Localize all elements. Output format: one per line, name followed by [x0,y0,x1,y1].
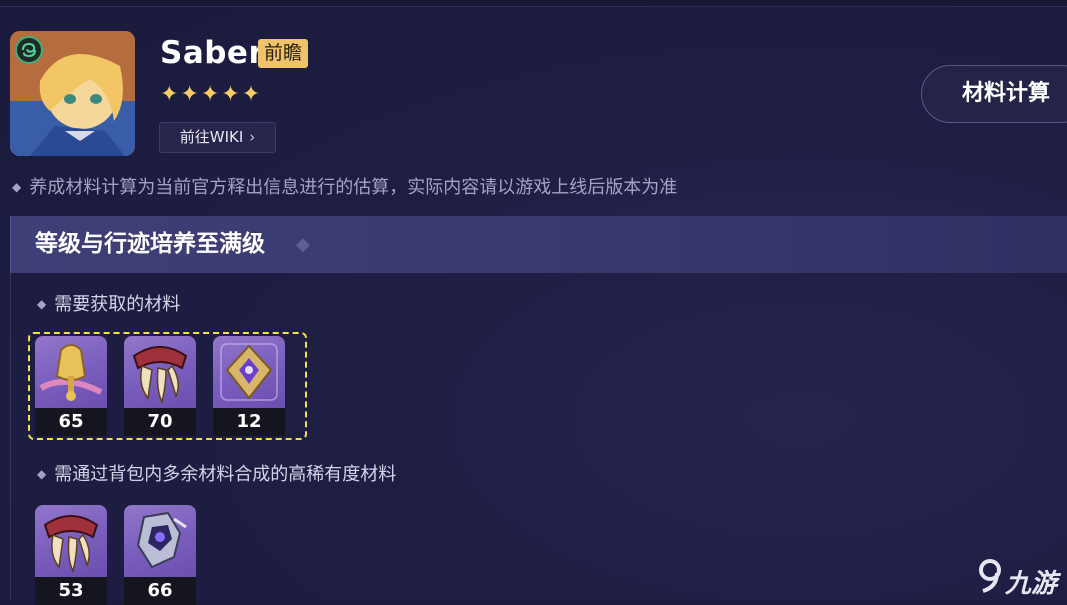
required-materials-label: ◆ 需要获取的材料 [37,292,180,317]
diamond-deco-icon: ◆ [296,234,310,255]
material-item[interactable]: 65 [35,336,107,436]
synth-materials-text: 需通过背包内多余材料合成的高稀有度材料 [54,464,397,485]
top-strip [0,0,1067,7]
diamond-bullet-icon: ◆ [12,180,22,194]
material-item[interactable]: 66 [124,505,196,605]
section-title: 等级与行迹培养至满级 [35,231,265,257]
crystal-relic-icon [213,336,285,408]
notice-line: ◆ 养成材料计算为当前官方释出信息进行的估算，实际内容请以游戏上线后版本为准 [12,175,677,200]
material-count: 12 [213,408,285,436]
rarity-stars: ✦✦✦✦✦ [160,82,263,107]
character-name: Saber [160,35,265,71]
material-item[interactable]: 53 [35,505,107,605]
preview-badge: 前瞻 [258,39,309,68]
wind-element-icon [15,36,43,64]
site-watermark: 九游 [975,555,1067,600]
nine-game-logo-icon [979,559,1001,593]
synth-materials-label: ◆ 需通过背包内多余材料合成的高稀有度材料 [37,462,396,487]
bell-relic-icon [35,336,107,408]
material-item[interactable]: 70 [124,336,196,436]
material-count: 65 [35,408,107,436]
material-count: 70 [124,408,196,436]
claw-relic-icon [35,505,107,577]
required-materials-text: 需要获取的材料 [54,294,181,315]
material-calc-button[interactable]: 材料计算 [921,65,1067,123]
watermark-text: 九游 [1005,569,1058,599]
mecha-relic-icon [124,505,196,577]
material-count: 66 [124,577,196,605]
notice-text: 养成材料计算为当前官方释出信息进行的估算，实际内容请以游戏上线后版本为准 [29,177,678,198]
wiki-link-button[interactable]: 前往WIKI › [159,122,276,153]
chevron-right-icon: › [249,128,256,146]
character-avatar [10,31,135,156]
material-count: 53 [35,577,107,605]
section-header: 等级与行迹培养至满级 ◆ [10,216,1067,273]
diamond-bullet-icon: ◆ [37,467,47,481]
wiki-link-label: 前往WIKI [179,128,244,146]
diamond-bullet-icon: ◆ [37,297,47,311]
material-item[interactable]: 12 [213,336,285,436]
claw-relic-icon [124,336,196,408]
